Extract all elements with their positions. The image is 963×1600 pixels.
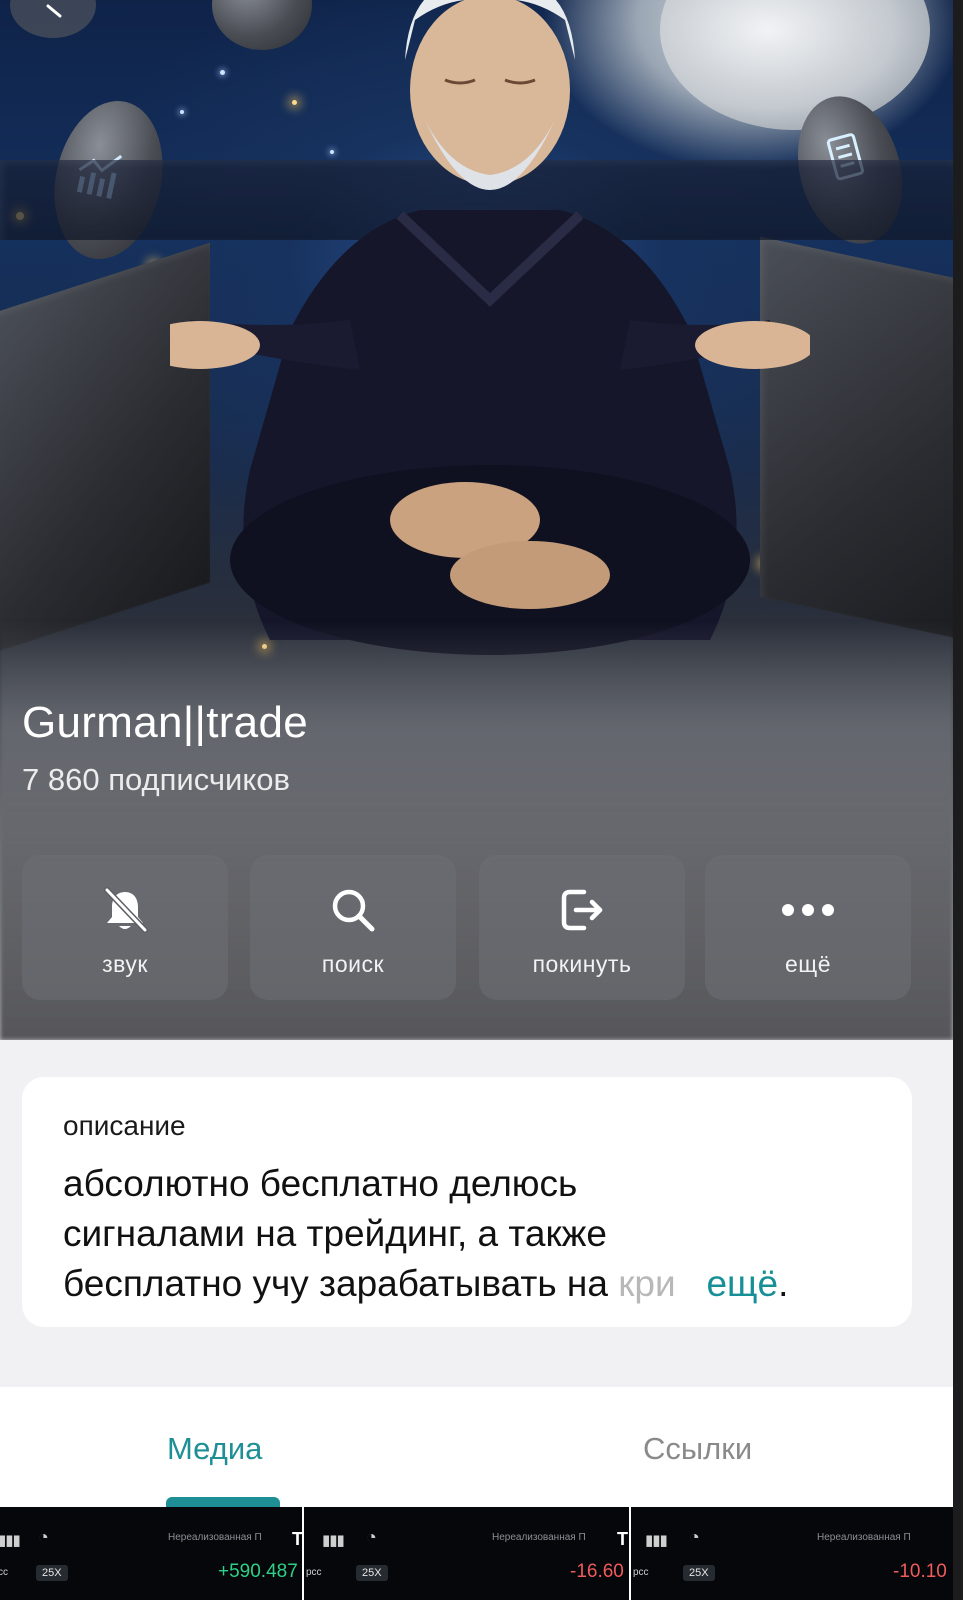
mute-label: звук bbox=[102, 951, 148, 977]
thumb-suffix: T bbox=[292, 1529, 303, 1549]
unrealized-label: Нереализованная П bbox=[168, 1532, 262, 1543]
leave-icon bbox=[561, 889, 603, 931]
meditating-sage-figure bbox=[170, 0, 810, 655]
channel-cover-image: Gurman||trade 7 860 подписчиков звук пои… bbox=[0, 0, 953, 1040]
active-tab-indicator bbox=[166, 1497, 280, 1507]
tab-links[interactable]: Ссылки bbox=[643, 1431, 752, 1467]
signal-bars-icon: ▮▮▮ bbox=[645, 1531, 668, 1549]
pnl-value: +590.487 bbox=[218, 1561, 298, 1582]
more-dots-icon bbox=[782, 904, 834, 916]
leverage-badge: 25X bbox=[36, 1565, 68, 1581]
gauge-icon: ◔ bbox=[689, 1527, 700, 1547]
search-button[interactable]: поиск bbox=[250, 855, 456, 1000]
subscriber-count: 7 860 подписчиков bbox=[22, 762, 290, 797]
description-faded-text: кри bbox=[618, 1263, 676, 1304]
channel-actions: звук поиск покинуть ещё bbox=[22, 855, 912, 1000]
description-period: . bbox=[778, 1263, 789, 1304]
description-card: описание абсолютно бесплатно делюсь сигн… bbox=[22, 1077, 912, 1327]
gauge-icon: ◔ bbox=[366, 1527, 377, 1547]
media-grid: ▮▮▮ ◔ сс 25X Нереализованная П T +590.48… bbox=[0, 1507, 953, 1600]
currency-fragment-icon: рсс bbox=[633, 1567, 649, 1578]
signal-bars-icon: ▮▮▮ bbox=[0, 1531, 21, 1549]
pnl-value: -10.10 bbox=[893, 1561, 947, 1582]
description-line-text: бесплатно учу зарабатывать на bbox=[63, 1263, 619, 1304]
unrealized-label: Нереализованная П bbox=[492, 1532, 586, 1543]
thumb-suffix: T bbox=[617, 1529, 628, 1549]
channel-title: Gurman||trade bbox=[22, 698, 308, 747]
leave-label: покинуть bbox=[532, 951, 632, 977]
leverage-badge: 25X bbox=[683, 1565, 715, 1581]
mute-button[interactable]: звук bbox=[22, 855, 228, 1000]
media-thumbnail[interactable]: ▮▮▮ ◔ рсс 25X Нереализованная П -10.10 bbox=[631, 1507, 953, 1600]
gauge-icon: ◔ bbox=[38, 1527, 49, 1547]
back-arrow-icon bbox=[46, 4, 62, 18]
more-label: ещё bbox=[784, 951, 831, 977]
search-label: поиск bbox=[321, 951, 385, 977]
pnl-value: -16.60 bbox=[570, 1561, 624, 1582]
leverage-badge: 25X bbox=[356, 1565, 388, 1581]
description-line: сигналами на трейдинг, а также bbox=[63, 1213, 607, 1254]
description-line: бесплатно учу зарабатывать на кри ещё. bbox=[63, 1259, 893, 1309]
search-icon bbox=[332, 889, 375, 932]
signal-bars-icon: ▮▮▮ bbox=[322, 1531, 345, 1549]
description-more-link[interactable]: ещё bbox=[706, 1263, 778, 1304]
unrealized-label: Нереализованная П bbox=[817, 1532, 911, 1543]
bell-slash-icon bbox=[104, 887, 148, 933]
media-tabs: Медиа Ссылки bbox=[0, 1387, 953, 1507]
description-line: абсолютно бесплатно делюсь bbox=[63, 1163, 578, 1204]
tab-media[interactable]: Медиа bbox=[167, 1431, 262, 1467]
media-thumbnail[interactable]: ▮▮▮ ◔ рсс 25X Нереализованная П T -16.60 bbox=[304, 1507, 631, 1600]
media-thumbnail[interactable]: ▮▮▮ ◔ сс 25X Нереализованная П T +590.48… bbox=[0, 1507, 304, 1600]
leave-button[interactable]: покинуть bbox=[479, 855, 685, 1000]
more-button[interactable]: ещё bbox=[705, 855, 911, 1000]
description-label: описание bbox=[63, 1110, 186, 1141]
screen-edge bbox=[953, 0, 963, 1600]
description-text[interactable]: абсолютно бесплатно делюсь сигналами на … bbox=[63, 1159, 893, 1309]
currency-fragment-icon: рсс bbox=[306, 1567, 322, 1578]
currency-fragment-icon: сс bbox=[0, 1567, 8, 1578]
back-button[interactable] bbox=[10, 0, 96, 38]
